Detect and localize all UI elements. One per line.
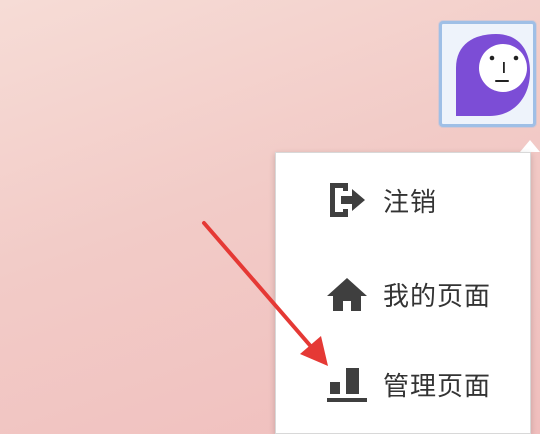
avatar-icon — [456, 34, 530, 116]
menu-item-my-page[interactable]: 我的页面 — [276, 264, 530, 324]
menu-item-label: 管理页面 — [383, 371, 492, 402]
user-avatar-button[interactable] — [439, 21, 536, 127]
menu-item-logout[interactable]: 注销 — [276, 170, 530, 230]
admin-dashboard-icon — [326, 363, 368, 405]
account-dropdown-menu: 注销 我的页面 管理页面 — [275, 152, 531, 434]
dropdown-pointer — [520, 140, 540, 152]
menu-item-admin-page[interactable]: 管理页面 — [276, 354, 530, 414]
menu-item-label: 我的页面 — [383, 281, 492, 312]
menu-item-label: 注销 — [383, 187, 438, 218]
logout-icon — [326, 179, 368, 221]
home-icon — [326, 273, 368, 315]
